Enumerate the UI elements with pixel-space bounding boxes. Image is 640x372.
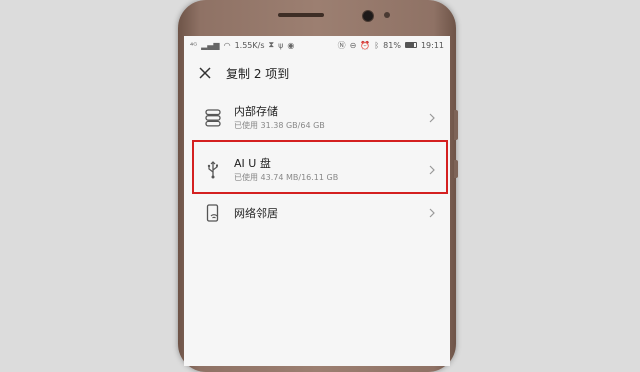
- location-usb-drive[interactable]: AI U 盘 已使用 43.74 MB/16.11 GB: [184, 146, 450, 194]
- status-bar: ⁴ᴳ ▂▄▆ ◠ 1.55K/s ⧗ ψ ◉ Ⓝ ⊖ ⏰ ᛒ 81% 19:11: [184, 36, 450, 54]
- network-speed: 1.55K/s: [234, 40, 265, 50]
- location-usage: 已使用 31.38 GB/64 GB: [234, 121, 325, 130]
- chevron-right-icon: [429, 165, 435, 175]
- hourglass-icon: ⧗: [268, 40, 275, 49]
- location-title: 内部存储: [234, 105, 278, 118]
- front-camera: [362, 10, 374, 22]
- battery-level-fill: [405, 43, 415, 47]
- alarm-icon: ⏰: [360, 40, 371, 50]
- signal-bars-icon: ▂▄▆: [201, 40, 220, 50]
- proximity-sensor: [384, 12, 390, 18]
- location-network-neighborhood[interactable]: 网络邻居: [184, 191, 450, 235]
- phone-frame: ⁴ᴳ ▂▄▆ ◠ 1.55K/s ⧗ ψ ◉ Ⓝ ⊖ ⏰ ᛒ 81% 19:11: [178, 0, 456, 372]
- location-usage: 已使用 43.74 MB/16.11 GB: [234, 173, 339, 182]
- signal-icon: ⁴ᴳ: [190, 40, 198, 50]
- close-icon[interactable]: [198, 66, 212, 80]
- wifi-icon: ◠: [223, 40, 231, 50]
- battery-icon: [404, 42, 417, 48]
- usb-status-icon: ψ: [278, 40, 284, 50]
- chevron-right-icon: [429, 113, 435, 123]
- battery-percent: 81%: [383, 40, 401, 50]
- location-internal-storage[interactable]: 内部存储 已使用 31.38 GB/64 GB: [184, 94, 450, 142]
- hotspot-icon: ◉: [287, 40, 295, 50]
- clock: 19:11: [420, 40, 444, 50]
- dnd-icon: ⊖: [349, 40, 357, 50]
- location-title: AI U 盘: [234, 157, 271, 170]
- phone-top-bezel: [178, 0, 456, 36]
- chevron-right-icon: [429, 208, 435, 218]
- location-title: 网络邻居: [234, 206, 278, 220]
- usb-icon: [202, 161, 224, 179]
- internal-storage-icon: [202, 109, 224, 127]
- phone-screen: ⁴ᴳ ▂▄▆ ◠ 1.55K/s ⧗ ψ ◉ Ⓝ ⊖ ⏰ ᛒ 81% 19:11: [184, 36, 450, 366]
- nfc-icon: Ⓝ: [337, 40, 346, 50]
- volume-button: [454, 110, 458, 140]
- bluetooth-icon: ᛒ: [374, 40, 380, 50]
- title-bar: 复制 2 项到: [184, 60, 450, 86]
- earpiece-speaker: [278, 13, 324, 17]
- network-neighborhood-icon: [202, 204, 224, 222]
- page-title: 复制 2 项到: [226, 66, 290, 81]
- power-button: [454, 160, 458, 178]
